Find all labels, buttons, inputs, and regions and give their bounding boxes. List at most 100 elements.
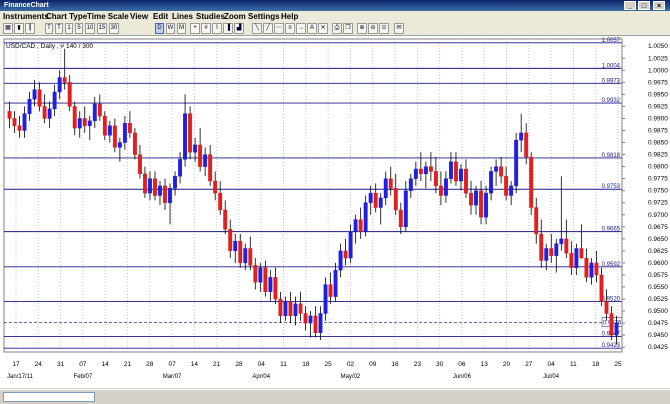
text-icon[interactable]: A (307, 23, 317, 34)
bar-chart-icon[interactable]: ▐ (223, 23, 233, 34)
chat-icon[interactable]: ✉ (394, 23, 404, 34)
menu-view[interactable]: View (130, 11, 148, 22)
menu-lines[interactable]: Lines (172, 11, 193, 22)
candles-icon[interactable]: ▮ (14, 23, 24, 34)
candle-down (499, 166, 504, 177)
candle-down (433, 171, 438, 187)
candle-down (464, 168, 468, 194)
y-tick-label: 0.9975 (648, 79, 668, 86)
candle-up (323, 284, 328, 314)
y-tick-label: 0.9625 (648, 248, 668, 255)
instrument-icon[interactable]: ▦ (3, 23, 13, 34)
candle-down (7, 111, 12, 119)
minimize-icon[interactable]: _ (624, 1, 636, 10)
x-day-label: 04 (258, 361, 266, 368)
tick-button[interactable]: T (45, 23, 53, 34)
candle-up (554, 243, 559, 256)
window-title: FinanceChart (4, 2, 49, 9)
menu-help[interactable]: Help (281, 11, 298, 22)
candle-down (438, 185, 443, 196)
tick2-button[interactable]: T (55, 23, 63, 34)
line-chart-icon[interactable]: ⌇ (212, 23, 222, 34)
x-day-label: 25 (614, 361, 622, 368)
candle-down (198, 144, 203, 167)
grid-icon[interactable]: # (201, 23, 211, 34)
level-label: 0.9423 (602, 343, 621, 349)
candle-down (534, 207, 539, 235)
x-month-label: May/02 (341, 374, 361, 380)
candle-down (388, 178, 393, 189)
x-month-label: Mar/07 (163, 374, 182, 380)
zoom-out-icon[interactable]: ⊖ (368, 23, 378, 34)
maximize-icon[interactable]: □ (638, 1, 650, 10)
candle-down (328, 284, 333, 297)
menu-instruments[interactable]: Instruments (3, 11, 49, 22)
level-label: 0.9665 (602, 227, 621, 233)
ray-icon[interactable]: → (296, 23, 306, 34)
status-bar (0, 389, 670, 404)
candle-down (137, 154, 142, 175)
candle-up (308, 315, 313, 324)
candle-down (288, 301, 293, 317)
y-tick-label: 0.9575 (648, 272, 668, 279)
weekly-button[interactable]: W (166, 23, 175, 34)
candle-up (559, 238, 564, 244)
candle-up (47, 108, 52, 119)
candle-up (107, 125, 112, 136)
instrument-search-input[interactable] (3, 392, 95, 402)
menu-studies[interactable]: Studies (196, 11, 225, 22)
trend-line-icon[interactable]: ╲ (252, 23, 262, 34)
copy-icon[interactable]: ❐ (343, 23, 353, 34)
draw-line-icon[interactable]: ╱ (263, 23, 273, 34)
print-icon[interactable]: ⎙ (332, 23, 342, 34)
crosshair-icon[interactable]: + (190, 23, 200, 34)
candle-up (52, 91, 57, 110)
candle-down (153, 178, 157, 196)
candle-down (373, 192, 378, 208)
delete-lines-icon[interactable]: ✕ (318, 23, 328, 34)
chart-area[interactable]: 1.0057 1.0004 0.9973 0.9932 0.9818 0.9753 0.96… (0, 36, 670, 388)
price-chart[interactable]: 1.0057 1.0004 0.9973 0.9932 0.9818 0.9753 0.96… (0, 36, 670, 388)
y-tick-label: 0.9650 (648, 236, 668, 243)
candle-up (268, 277, 273, 293)
x-day-label: 14 (191, 361, 199, 368)
close-icon[interactable]: × (653, 1, 665, 10)
candle-down (469, 192, 473, 206)
candle-down (37, 89, 42, 107)
x-month-label: Apr/04 (252, 374, 270, 380)
m30-button[interactable]: 30 (109, 23, 119, 34)
zoom-fit-icon[interactable]: ⊙ (379, 23, 389, 34)
candle-down (529, 156, 534, 208)
candle-down (504, 176, 509, 196)
zoom-in-icon[interactable]: ⊕ (357, 23, 367, 34)
y-tick-label: 0.9925 (648, 103, 668, 110)
x-day-label: 24 (35, 361, 43, 368)
y-tick-label: 0.9525 (648, 296, 668, 303)
menu-chart-type[interactable]: Chart Type (46, 11, 87, 22)
m1-button[interactable]: 1 (65, 23, 73, 34)
candle-down (102, 115, 107, 136)
candle-up (193, 144, 198, 153)
m5-button[interactable]: 5 (75, 23, 83, 34)
candle-down (12, 118, 17, 126)
menu-edit[interactable]: Edit (153, 11, 168, 22)
bars-icon[interactable]: ┃ (25, 23, 35, 34)
candle-down (278, 298, 283, 317)
candle-up (423, 166, 428, 175)
candle-up (57, 77, 62, 93)
y-tick-label: 0.9500 (648, 308, 668, 315)
menu-zoom[interactable]: Zoom (224, 11, 246, 22)
m15-button[interactable]: 15 (97, 23, 107, 34)
daily-button[interactable]: D (155, 23, 164, 34)
y-tick-label: 1.0000 (648, 67, 668, 74)
x-day-label: 27 (525, 361, 533, 368)
fib-icon[interactable]: ⋯ (274, 23, 284, 34)
channel-icon[interactable]: ≡ (285, 23, 295, 34)
menu-time-scale[interactable]: Time Scale (87, 11, 129, 22)
monthly-button[interactable]: M (177, 23, 186, 34)
m10-button[interactable]: 10 (85, 23, 95, 34)
y-tick-label: 0.9425 (648, 344, 668, 351)
menu-settings[interactable]: Settings (248, 11, 280, 22)
studies-icon[interactable]: ▟ (234, 23, 244, 34)
candle-down (223, 209, 228, 230)
